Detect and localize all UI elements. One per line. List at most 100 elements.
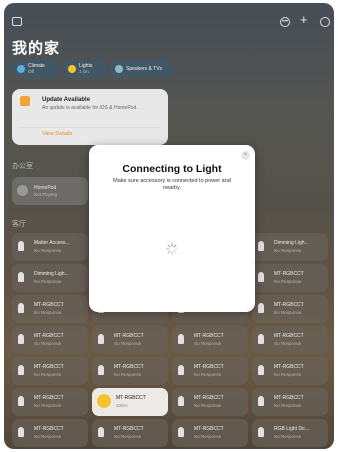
accessories-section-label: 客厅: [12, 221, 26, 228]
accessory-name: MT-RGBCCT: [34, 426, 64, 432]
accessory-tile[interactable]: Dimming Ligh... No Response: [12, 264, 88, 292]
chip-sub: Off: [28, 69, 34, 74]
accessory-status: No Response: [274, 341, 302, 346]
home-app-screen: ••• + 我的家 Climate Off Lights 1 On Speake…: [4, 3, 334, 449]
accessory-tile[interactable]: MT-RGBCCT No Response: [12, 419, 88, 447]
accessory-status: 100%: [116, 403, 128, 408]
loading-spinner-icon: [165, 242, 179, 256]
spinner-spoke: [167, 244, 171, 248]
accessory-name: MT-RGBCCT: [114, 364, 144, 370]
accessory-name: MT-RGBCCT: [274, 302, 304, 308]
lightbulb-icon: [178, 396, 184, 406]
accessory-tile[interactable]: MT-RGBCCT No Response: [92, 326, 168, 354]
accessory-status: No Response: [114, 434, 142, 439]
accessory-tile[interactable]: MT-RGBCCT No Response: [92, 357, 168, 385]
spinner-spoke: [173, 244, 177, 248]
close-icon[interactable]: ×: [241, 151, 250, 160]
lightbulb-icon: [97, 394, 111, 408]
lightbulb-icon: [98, 334, 104, 344]
lightbulb-icon: [18, 365, 24, 375]
accessory-name: MT-RGBCCT: [274, 271, 304, 277]
accessory-status: No Response: [194, 434, 222, 439]
lightbulb-icon: [178, 334, 184, 344]
accessory-status: No Response: [34, 403, 62, 408]
accessory-tile[interactable]: MT-RGBCCT No Response: [172, 419, 248, 447]
update-description: An update is available for iOS & HomePod…: [42, 105, 138, 111]
homepod-icon: [17, 185, 28, 196]
accessory-name: MT-RGBCCT: [194, 426, 224, 432]
accessory-tile[interactable]: MT-RGBCCT No Response: [252, 295, 328, 323]
accessory-name: MT-RGBCCT: [34, 333, 64, 339]
accessory-name: MT-RGBCCT: [274, 395, 304, 401]
accessory-tile[interactable]: MT-RGBCCT No Response: [172, 357, 248, 385]
chip-label: Speakers & TVs: [126, 66, 163, 72]
accessory-tile[interactable]: MT-RGBCCT No Response: [252, 357, 328, 385]
accessory-name: MT-RGBCCT: [274, 333, 304, 339]
accessory-tile[interactable]: MT-RGBCCT No Response: [252, 388, 328, 416]
view-details-link[interactable]: View Details: [42, 131, 72, 137]
accessory-status: No Response: [194, 341, 222, 346]
chip-sub: 1 On: [79, 69, 89, 74]
dialog-title: Connecting to Light: [122, 163, 222, 175]
more-options-icon[interactable]: •••: [280, 17, 290, 27]
accessory-status: No Response: [274, 434, 302, 439]
lights-chip[interactable]: Lights 1 On: [63, 60, 107, 78]
accessory-status: Not Playing: [34, 192, 58, 197]
accessory-tile[interactable]: MT-RGBCCT No Response: [252, 326, 328, 354]
accessory-tile[interactable]: MT-RGBCCT 100%: [92, 388, 168, 416]
lightbulb-icon: [258, 365, 264, 375]
accessory-status: No Response: [114, 372, 142, 377]
lightbulb-icon: [98, 427, 104, 437]
accessory-name: MT-RGBCCT: [114, 426, 144, 432]
accessory-tile[interactable]: MT-RGBCCT No Response: [252, 264, 328, 292]
accessory-tile[interactable]: MT-RGBCCT No Response: [12, 326, 88, 354]
accessory-name: MT-RGBCCT: [194, 333, 224, 339]
lightbulb-icon: [258, 334, 264, 344]
accessory-status: No Response: [274, 403, 302, 408]
home-title: 我的家: [12, 40, 61, 57]
accessory-status: No Response: [34, 434, 62, 439]
accessory-tile[interactable]: Dimming Ligh... No Response: [252, 233, 328, 261]
accessory-tile[interactable]: Matter Access... No Response: [12, 233, 88, 261]
accessory-status: No Response: [34, 310, 62, 315]
accessory-tile[interactable]: MT-RGBCCT No Response: [172, 388, 248, 416]
accessory-name: MT-RGBCCT: [274, 364, 304, 370]
accessory-tile[interactable]: RGB Light De... No Response: [252, 419, 328, 447]
accessory-status: No Response: [194, 403, 222, 408]
connecting-dialog: × Connecting to Light Make sure accessor…: [89, 145, 255, 312]
accessory-name: MT-RGBCCT: [194, 395, 224, 401]
accessory-name: MT-RGBCCT: [34, 395, 64, 401]
accessory-name: Dimming Ligh...: [34, 271, 69, 277]
accessory-name: Matter Access...: [34, 240, 70, 246]
lightbulb-icon: [18, 396, 24, 406]
homepod-tile[interactable]: HomePod Not Playing: [12, 177, 88, 205]
accessory-status: No Response: [274, 248, 302, 253]
add-icon[interactable]: +: [300, 13, 308, 26]
accessory-tile[interactable]: MT-RGBCCT No Response: [12, 357, 88, 385]
lightbulb-icon: [68, 65, 76, 73]
accessory-status: No Response: [194, 372, 222, 377]
accessory-name: RGB Light De...: [274, 426, 310, 432]
update-card[interactable]: Update Available An update is available …: [12, 89, 168, 145]
accessory-name: HomePod: [34, 185, 57, 191]
climate-chip[interactable]: Climate Off: [12, 60, 60, 78]
accessory-status: No Response: [34, 279, 62, 284]
lightbulb-icon: [258, 241, 264, 251]
accessory-name: MT-RGBCCT: [194, 364, 224, 370]
accessory-tile[interactable]: MT-RGBCCT No Response: [172, 326, 248, 354]
sidebar-toggle-icon[interactable]: [12, 17, 22, 26]
accessory-tile[interactable]: MT-RGBCCT No Response: [12, 295, 88, 323]
lightbulb-icon: [98, 365, 104, 375]
accessory-status: No Response: [34, 341, 62, 346]
speakers-chip[interactable]: Speakers & TVs: [110, 60, 174, 78]
accessory-tile[interactable]: MT-RGBCCT No Response: [12, 388, 88, 416]
room-section-label: 办公室: [12, 163, 33, 170]
accessory-tile[interactable]: MT-RGBCCT No Response: [92, 419, 168, 447]
voice-control-icon[interactable]: [320, 17, 330, 27]
lightbulb-icon: [258, 272, 264, 282]
lightbulb-icon: [18, 303, 24, 313]
thermometer-icon: [17, 65, 25, 73]
accessory-status: No Response: [274, 310, 302, 315]
lightbulb-icon: [258, 396, 264, 406]
spinner-spoke: [173, 250, 177, 254]
